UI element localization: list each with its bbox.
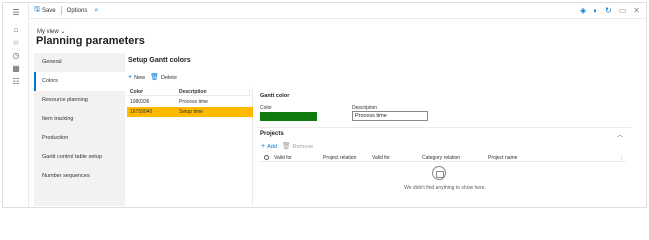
trash-icon: 🗑 [281,143,291,150]
section-title: Setup Gantt colors [128,57,191,64]
delete-button[interactable]: 🗑 Delete [150,74,177,81]
section-divider [257,127,631,128]
trash-icon: 🗑 [150,74,159,81]
column-header-color[interactable]: Color [130,89,143,95]
row-color-value: 16759040 [130,109,153,115]
row-description-value: Setup time [179,109,203,115]
projects-actions: + Add 🗑 Remove [261,143,313,150]
empty-state-message: We didn't find anything to show here. [404,185,486,191]
save-label: Save [41,7,56,14]
home-icon[interactable]: ⌂ [11,25,21,35]
options-label: Options [66,7,88,14]
color-swatch[interactable] [260,112,317,121]
refresh-icon[interactable]: ↻ [605,6,612,16]
column-header-description[interactable]: Description [179,89,207,95]
settings-item-item-tracking[interactable]: Item tracking [34,110,125,129]
table-row[interactable]: 1080336 Process time [127,97,253,107]
empty-box-icon [432,166,446,180]
gantt-actions: + New 🗑 Delete [128,74,177,81]
add-button[interactable]: + Add [261,143,277,150]
row-description-value: Process time [179,99,208,105]
save-icon: 🖫 [34,6,40,13]
settings-item-number-sequences[interactable]: Number sequences [34,167,125,186]
settings-nav: General Colors Resource planning Item tr… [34,53,125,206]
color-field-label: Color [260,105,272,111]
close-icon[interactable]: ✕ [633,6,640,16]
settings-item-gantt-control-table-setup[interactable]: Gantt control table setup [34,148,125,167]
column-header-project-relation[interactable]: Project relation [323,155,356,161]
gantt-colors-grid: Color Description ⋮ 1080336 Process time… [127,87,253,205]
open-new-window-icon[interactable]: ▭ [619,6,627,16]
hamburger-menu-icon[interactable]: ☰ [11,8,21,18]
projects-grid-header: Valid for Project relation Valid for Cat… [260,153,626,162]
app-window: ☰ ⌂ ☆ ◷ ▦ ☷ 🖫 Save Options ⌕ ◈ ◐ ↻ ▭ ✕ M… [2,2,647,208]
search-icon: ⌕ [94,6,99,14]
column-options-icon[interactable]: ⋮ [247,89,252,95]
plus-icon: + [128,74,133,81]
options-button[interactable]: Options [67,8,88,14]
table-row-selected[interactable]: 16759040 Setup time [127,107,253,117]
grid-header: Color Description ⋮ [127,87,253,96]
page-title: Planning parameters [36,35,145,47]
column-options-icon[interactable]: ⋮ [619,155,624,161]
workspaces-icon[interactable]: ▦ [11,64,21,74]
modules-list-icon[interactable]: ☷ [11,77,21,87]
new-label: New [134,74,146,81]
select-all-radio[interactable] [264,155,269,160]
view-selector[interactable]: My view ⌄ [37,28,65,35]
window-controls: ◈ ◐ ↻ ▭ ✕ [580,6,640,16]
gantt-color-group-label: Gantt color [260,93,290,99]
settings-item-general[interactable]: General [34,53,125,72]
chevron-up-icon[interactable]: ︿ [617,130,623,139]
recent-clock-icon[interactable]: ◷ [11,51,21,61]
nav-rail: ☰ ⌂ ☆ ◷ ▦ ☷ [3,3,29,207]
projects-title: Projects [260,131,284,137]
delete-label: Delete [161,74,177,81]
column-header-valid-for[interactable]: Valid for [274,155,292,161]
column-header-category-relation[interactable]: Category relation [422,155,460,161]
save-button[interactable]: 🖫 Save [34,5,56,16]
column-header-valid-for-2[interactable]: Valid for [372,155,390,161]
add-label: Add [267,143,277,150]
search-button[interactable]: ⌕ [94,7,100,15]
action-pane: 🖫 Save Options ⌕ ◈ ◐ ↻ ▭ ✕ [29,3,646,19]
settings-item-resource-planning[interactable]: Resource planning [34,91,125,110]
remove-button[interactable]: 🗑 Remove [282,143,313,150]
toolbar-separator [60,6,62,15]
row-color-value: 1080336 [130,99,150,105]
column-header-project-name[interactable]: Project name [488,155,517,161]
new-button[interactable]: + New [128,74,145,81]
diamond-icon[interactable]: ◈ [580,6,586,16]
settings-item-production[interactable]: Production [34,129,125,148]
projects-grid: Valid for Project relation Valid for Cat… [260,153,626,205]
plus-icon: + [261,143,266,150]
settings-item-colors[interactable]: Colors [34,72,125,91]
remove-label: Remove [292,143,314,150]
office-icon[interactable]: ◐ [593,6,598,16]
favorites-star-icon[interactable]: ☆ [11,38,21,48]
description-field[interactable]: Process time [352,111,428,121]
